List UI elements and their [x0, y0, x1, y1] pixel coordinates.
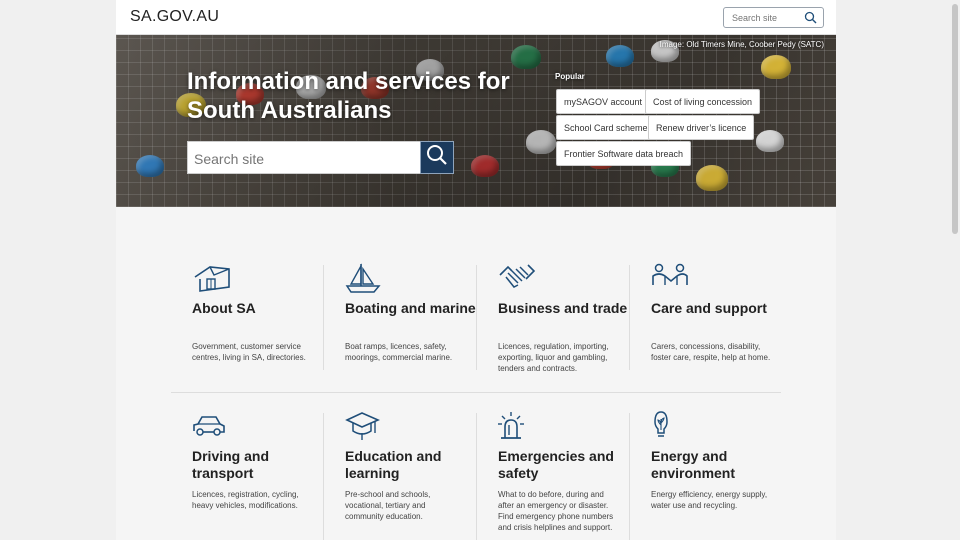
- people-support-icon: [651, 263, 691, 293]
- topic-title: Emergencies and safety: [498, 448, 614, 481]
- car-icon: [192, 411, 232, 441]
- siren-icon: [498, 411, 538, 441]
- site-logo[interactable]: SA.GOV.AU: [130, 8, 219, 26]
- topic-title: Boating and marine: [345, 300, 476, 316]
- popular-heading: Popular: [555, 72, 585, 81]
- topic-card-emergencies[interactable]: Emergencies and safety What to do before…: [498, 411, 638, 539]
- topic-card-care[interactable]: Care and support Carers, concessions, di…: [651, 263, 791, 373]
- topic-card-energy[interactable]: Energy and environment Energy efficiency…: [651, 411, 791, 539]
- topic-description: Carers, concessions, disability, foster …: [651, 342, 771, 362]
- topic-description: Licences, registration, cycling, heavy v…: [192, 490, 299, 510]
- topic-title: Education and learning: [345, 448, 442, 481]
- topic-card-driving[interactable]: Driving and transport Licences, registra…: [192, 411, 332, 539]
- topic-description: What to do before, during and after an e…: [498, 490, 614, 532]
- topic-card-business[interactable]: Business and trade Licences, regulation,…: [498, 263, 638, 373]
- topic-description: Pre-school and schools, vocational, tert…: [345, 490, 431, 521]
- popular-link-frontier-breach[interactable]: Frontier Software data breach: [556, 141, 692, 166]
- hero-banner: Image: Old Timers Mine, Coober Pedy (SAT…: [116, 35, 836, 207]
- topic-description: Licences, regulation, importing, exporti…: [498, 342, 609, 373]
- topic-card-education[interactable]: Education and learning Pre-school and sc…: [345, 411, 485, 539]
- topic-card-about-sa[interactable]: About SA Government, customer service ce…: [192, 263, 332, 373]
- image-credit: Image: Old Timers Mine, Coober Pedy (SAT…: [659, 40, 824, 49]
- popular-link-mysagov[interactable]: mySAGOV account: [556, 89, 651, 114]
- topic-description: Government, customer service centres, li…: [192, 342, 306, 362]
- topic-description: Boat ramps, licences, safety, moorings, …: [345, 342, 453, 362]
- search-icon[interactable]: [804, 11, 817, 29]
- popular-link-cost-of-living[interactable]: Cost of living concession: [645, 89, 761, 114]
- hero-search-button[interactable]: [420, 141, 454, 174]
- page: SA.GOV.AU Image: Old Timers Mine, Coober…: [116, 0, 836, 540]
- hero-title: Information and services for South Austr…: [187, 68, 510, 124]
- hero-search-box[interactable]: [187, 141, 454, 174]
- divider: [171, 392, 781, 393]
- graduation-cap-icon: [345, 411, 385, 441]
- popular-link-renew-licence[interactable]: Renew driver’s licence: [648, 115, 755, 140]
- popular-link-school-card[interactable]: School Card scheme: [556, 115, 656, 140]
- topic-description: Energy efficiency, energy supply, water …: [651, 490, 768, 510]
- house-icon: [192, 263, 232, 293]
- scrollbar-thumb[interactable]: [952, 4, 958, 234]
- topic-grid: About SA Government, customer service ce…: [116, 207, 836, 540]
- header-search-input[interactable]: [732, 11, 802, 25]
- site-header: SA.GOV.AU: [116, 0, 836, 35]
- topic-title: Care and support: [651, 300, 767, 316]
- search-icon: [426, 144, 448, 171]
- topic-title: Energy and environment: [651, 448, 736, 481]
- handshake-icon: [498, 263, 538, 293]
- hero-search-input[interactable]: [194, 150, 414, 167]
- lightbulb-leaf-icon: [651, 411, 691, 441]
- topic-title: Driving and transport: [192, 448, 270, 481]
- sailboat-icon: [345, 263, 385, 293]
- page-scrollbar[interactable]: [950, 0, 960, 540]
- topic-title: Business and trade: [498, 300, 628, 316]
- topic-title: About SA: [192, 300, 256, 316]
- header-search-box[interactable]: [723, 7, 824, 28]
- topic-card-boating[interactable]: Boating and marine Boat ramps, licences,…: [345, 263, 485, 373]
